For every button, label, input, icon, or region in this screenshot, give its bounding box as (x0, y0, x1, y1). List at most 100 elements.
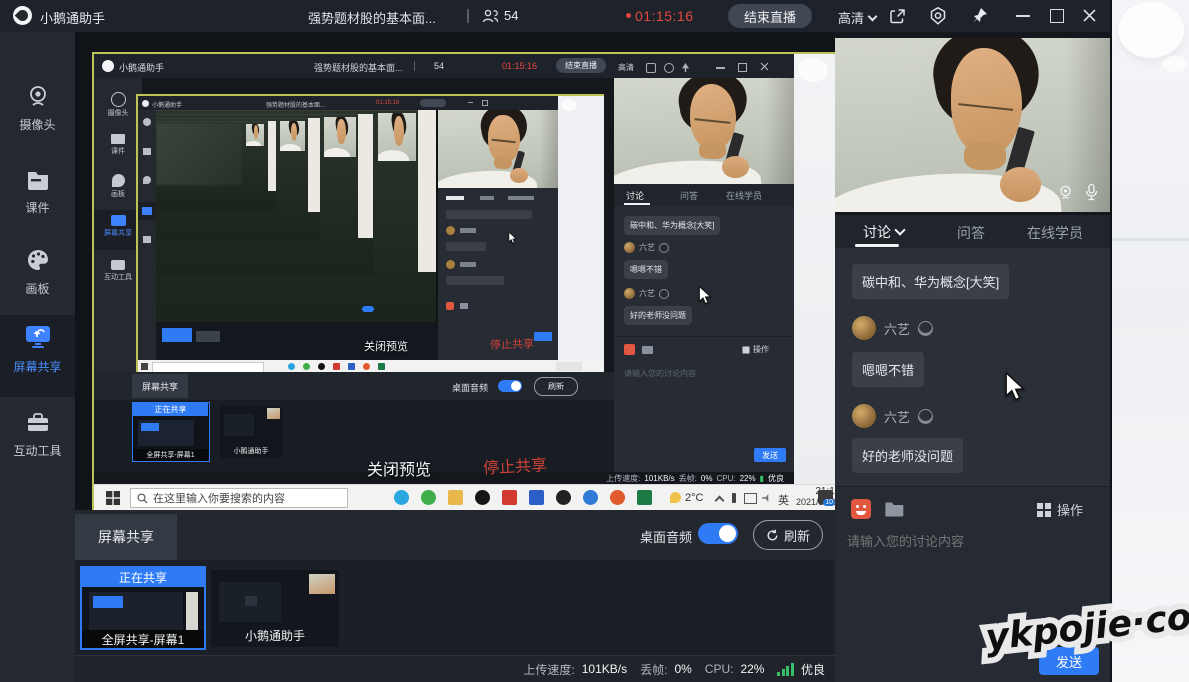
user-name: 六艺 (884, 321, 911, 337)
cpu-value: 22% (740, 662, 765, 676)
chevron-down-icon (867, 11, 878, 21)
chat-bubble: 嗯嗯不错 (852, 352, 925, 387)
recursion-tunnel (156, 110, 438, 360)
chat-input-area: 操作 发送 (835, 486, 1110, 682)
share-icon[interactable] (888, 7, 907, 26)
titlebar-divider (467, 9, 469, 23)
tab-screen-share[interactable]: 屏幕共享 (75, 514, 177, 560)
emoji-icon[interactable] (851, 499, 871, 519)
quality-label: 高清 (838, 11, 865, 26)
drop-value: 0% (674, 662, 692, 676)
file-icon[interactable] (884, 500, 905, 517)
tab-students[interactable]: 在线学员 (1027, 223, 1083, 243)
tray-expand-icon (714, 495, 725, 506)
viewers-icon (482, 9, 499, 23)
cpu-label: CPU: (704, 662, 734, 676)
minimize-button[interactable] (1016, 15, 1030, 17)
sidebar-label: 互动工具 (13, 444, 62, 458)
taskbar-app-icon (475, 490, 490, 505)
wallpaper-blob (1162, 56, 1188, 72)
sidebar-item-camera[interactable]: 摄像头 (0, 82, 75, 144)
sidebar-item-tools[interactable]: 互动工具 (0, 407, 75, 469)
badge-icon (918, 320, 934, 336)
palette-icon (27, 250, 48, 270)
signal-bars-icon (777, 662, 794, 676)
taskbar-app-icon (421, 490, 436, 505)
live-dot (626, 13, 631, 18)
upload-label: 上传速度: (523, 662, 575, 677)
thumbnail-label: 全屏共享-屏幕1 (82, 630, 204, 648)
weather-icon (670, 492, 681, 503)
close-preview-button[interactable]: 关闭预览 (367, 456, 431, 480)
grid-icon (1037, 502, 1051, 517)
user-name: 六艺 (884, 409, 911, 425)
live-timer: 01:15:16 (635, 8, 694, 24)
chat-tab-bar: 讨论 问答 在线学员 (835, 215, 1110, 248)
sidebar-label: 屏幕共享 (13, 360, 62, 374)
taskbar-app-icon (556, 490, 571, 505)
taskbar-app-icon (610, 490, 625, 505)
taskbar-search: 在这里输入你要搜索的内容 (130, 488, 348, 508)
mouse-cursor (1005, 372, 1026, 401)
chat-user-row: 六艺 (852, 404, 934, 428)
desktop-audio-label: 桌面音频 (640, 530, 693, 545)
sidebar-item-courseware[interactable]: 课件 (0, 164, 75, 226)
quality-dropdown[interactable]: 高清 (838, 8, 878, 27)
tab-discussion[interactable]: 讨论 (863, 222, 906, 242)
sidebar-label: 画板 (25, 282, 50, 296)
preview-cursor (508, 232, 517, 244)
end-live-button[interactable]: 结束直播 (728, 4, 812, 28)
tab-qa[interactable]: 问答 (957, 223, 985, 243)
chat-user-row: 六艺 (852, 316, 934, 340)
taskbar-app-icon (583, 490, 598, 505)
tray-icon (732, 493, 736, 503)
thumbnail-label: 小鹅通助手 (244, 629, 305, 643)
app-name: 小鹅通助手 (40, 11, 106, 26)
thumbnail-app[interactable]: 小鹅通助手 (211, 570, 339, 647)
sharing-badge: 正在共享 (82, 568, 204, 587)
preview-recursive-desktop: 小鹅通助手 强势题材股的基本面... 01:15:16 (136, 94, 604, 373)
desktop-audio-toggle[interactable] (698, 523, 738, 544)
taskbar-app-icon (502, 490, 517, 505)
preview-chat-panel: 讨论 问答 在线学员 碳中和、华为概念[大笑] 六艺 嗯嗯不错 六艺 好的老师没… (614, 78, 794, 472)
chat-bubble: 碳中和、华为概念[大笑] (852, 264, 1010, 299)
toolbox-icon (27, 413, 48, 431)
avatar (852, 404, 876, 428)
video-camera-icon[interactable] (1057, 184, 1074, 201)
taskbar-app-icon (394, 490, 409, 505)
camera-icon (29, 86, 46, 106)
sidebar-item-whiteboard[interactable]: 画板 (0, 244, 75, 306)
title-bar: 小鹅通助手 强势题材股的基本面... 54 01:15:16 结束直播 高清 (0, 0, 1110, 32)
thumbnail-sharing[interactable]: 正在共享 全屏共享-屏幕1 (80, 566, 206, 650)
maximize-button[interactable] (1050, 9, 1064, 23)
chat-message-list: 碳中和、华为概念[大笑] 六艺 嗯嗯不错 六艺 好的老师没问题 (835, 248, 1110, 486)
tray-icon (744, 493, 757, 504)
live-title: 强势题材股的基本面... (308, 11, 436, 26)
app-logo-icon (13, 6, 32, 25)
wallpaper-line (1110, 238, 1189, 241)
ime-indicator: 英 (778, 495, 789, 507)
refresh-button[interactable]: 刷新 (753, 520, 823, 550)
screen-share-preview: 小鹅通助手 强势题材股的基本面... 54 01:15:16 结束直播 高清 摄… (92, 52, 840, 511)
preview-title-bar: 小鹅通助手 强势题材股的基本面... 54 01:15:16 结束直播 高清 (94, 54, 794, 78)
chat-bubble: 好的老师没问题 (852, 438, 964, 473)
left-sidebar: 摄像头 课件 画板 屏幕共享 互动工具 (0, 32, 75, 682)
video-mic-icon[interactable] (1083, 183, 1100, 201)
actions-button[interactable]: 操作 (1037, 500, 1083, 519)
viewer-count: 54 (504, 8, 519, 23)
settings-icon[interactable] (928, 6, 948, 26)
network-grade: 优良 (800, 662, 825, 677)
notification-icon: 10 (818, 490, 835, 506)
sidebar-item-screen-share[interactable]: 屏幕共享 (0, 315, 75, 397)
chevron-down-icon (894, 224, 906, 236)
taskbar-app-icon (529, 490, 544, 505)
taskbar-temp: 2°C (685, 492, 704, 504)
sidebar-label: 课件 (25, 201, 50, 215)
share-thumbnails: 正在共享 全屏共享-屏幕1 小鹅通助手 (75, 560, 835, 655)
pin-icon[interactable] (970, 6, 990, 26)
drop-label: 丢帧: (640, 662, 668, 677)
stop-share-button[interactable]: 停止共享 (482, 451, 548, 478)
share-tab-row: 屏幕共享 桌面音频 刷新 (75, 510, 835, 560)
right-panel: 讨论 问答 在线学员 碳中和、华为概念[大笑] 六艺 嗯嗯不错 六艺 好的老师没… (835, 32, 1110, 682)
close-button[interactable] (1082, 8, 1097, 23)
